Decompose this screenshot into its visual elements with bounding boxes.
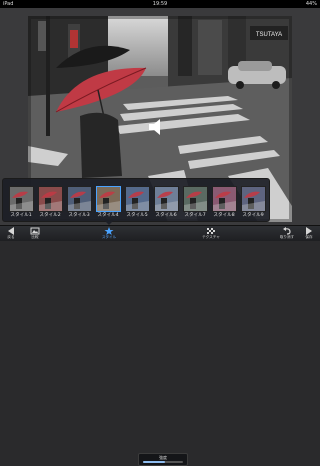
style-thumb-6[interactable] [154, 186, 179, 212]
slider-track[interactable] [143, 461, 183, 463]
style-thumb-label: スタイル9 [242, 213, 264, 218]
clock: 19:59 [152, 1, 168, 7]
style-thumb-2[interactable] [38, 186, 63, 212]
texture-button[interactable]: テクスチャ [200, 227, 222, 239]
undo-label: 取り消す [279, 235, 295, 239]
forward-arrow-icon [306, 227, 312, 235]
speaker-icon [145, 114, 171, 140]
image-icon [30, 227, 40, 235]
style-thumb-8[interactable] [212, 186, 237, 212]
style-thumb-9[interactable] [241, 186, 266, 212]
strength-slider[interactable]: 強度 [138, 453, 188, 466]
compare-label: 比較 [31, 235, 39, 239]
style-label: スタイル [101, 235, 117, 239]
slider-fill [143, 461, 165, 463]
style-thumb-label: スタイル8 [213, 213, 235, 218]
save-button[interactable]: 保存 [298, 227, 320, 239]
compare-button[interactable]: 比較 [24, 227, 46, 239]
texture-label: テクスチャ [202, 235, 220, 239]
back-button[interactable]: 戻る [0, 227, 22, 239]
back-arrow-icon [8, 227, 14, 235]
style-thumb-label: スタイル1 [10, 213, 32, 218]
style-thumb-label: スタイル7 [184, 213, 206, 218]
style-thumb-label: スタイル6 [155, 213, 177, 218]
undo-button[interactable]: 取り消す [276, 227, 298, 239]
style-thumb-label: スタイル3 [68, 213, 90, 218]
style-thumb-7[interactable] [183, 186, 208, 212]
style-thumb-5[interactable] [125, 186, 150, 212]
store-sign: TSUTAYA [256, 32, 282, 38]
battery-indicator: 44% [305, 1, 317, 7]
style-thumb-4[interactable] [96, 186, 121, 212]
texture-icon [207, 228, 215, 234]
style-thumb-1[interactable] [9, 186, 34, 212]
bottom-toolbar: 戻る 比較 スタイル 強度 テクスチャ 取り消す 保存 [0, 225, 320, 466]
save-label: 保存 [305, 235, 313, 239]
undo-icon [283, 227, 291, 235]
status-bar: iPad 19:59 44% [0, 0, 320, 8]
editor-canvas: TSUTAYA スタイル1 スタイル2 スタイル3 スタイル4 スタイル5 スタ… [0, 8, 320, 225]
star-icon [104, 227, 114, 235]
back-label: 戻る [7, 235, 15, 239]
style-thumb-label: スタイル2 [39, 213, 61, 218]
style-button[interactable]: スタイル [98, 227, 120, 239]
style-thumb-label: スタイル5 [126, 213, 148, 218]
style-selector-panel: スタイル1 スタイル2 スタイル3 スタイル4 スタイル5 スタイル6 スタイル7 スタイル8… [2, 178, 270, 222]
style-thumb-3[interactable] [67, 186, 92, 212]
style-thumb-label: スタイル4 [97, 213, 119, 218]
